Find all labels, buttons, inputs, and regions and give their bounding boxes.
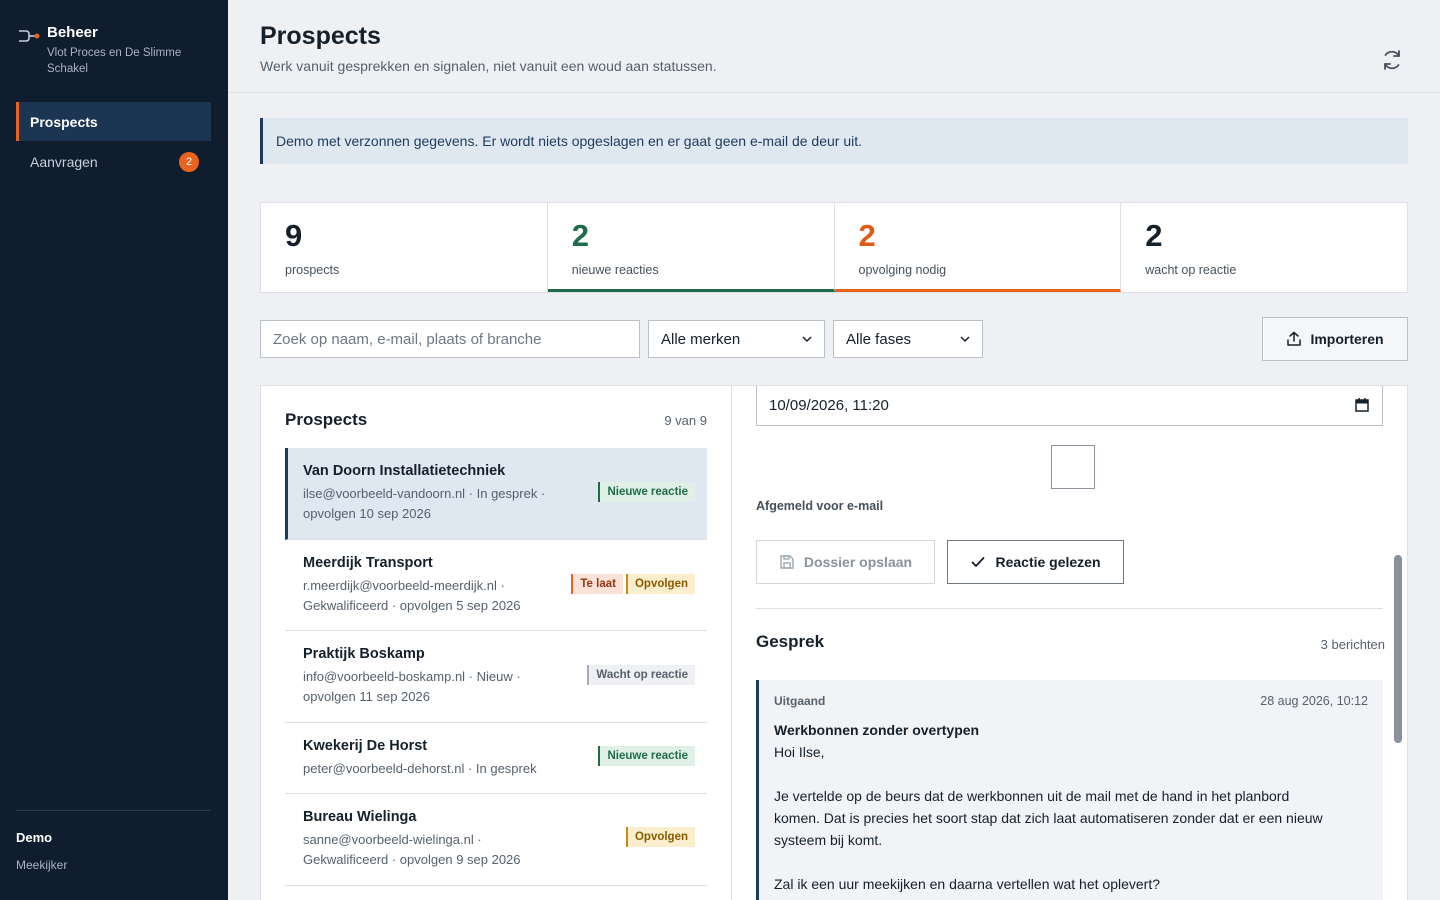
detail-divider <box>756 608 1383 609</box>
prospect-meta: r.meerdijk@voorbeeld-meerdijk.nl · Gekwa… <box>303 578 521 613</box>
status-badge: Nieuwe reactie <box>598 482 695 502</box>
prospect-meta: info@voorbeeld-boskamp.nl · Nieuw · opvo… <box>303 669 521 704</box>
user-name: Demo <box>16 830 53 845</box>
email-optout-checkbox[interactable] <box>1051 445 1095 489</box>
prospect-name: Bureau Wielinga <box>303 809 417 825</box>
prospect-name: Praktijk Boskamp <box>303 646 425 662</box>
page-subtitle: Werk vanuit gesprekken en signalen, niet… <box>260 58 717 74</box>
page-header: Prospects Werk vanuit gesprekken en sign… <box>228 0 1440 93</box>
sidebar: Beheer Vlot Proces en De Slimme Schakel … <box>0 0 228 900</box>
phase-select-value: Alle fases <box>846 330 912 348</box>
list-title: Prospects <box>285 410 368 429</box>
prospect-meta: peter@voorbeeld-dehorst.nl · In gesprek <box>303 761 537 776</box>
stat-waiting[interactable]: 2 wacht op reactie <box>1121 203 1407 292</box>
stat-value: 2 <box>1145 218 1163 253</box>
save-dossier-button[interactable]: Dossier opslaan <box>756 540 935 584</box>
prospect-name: Meerdijk Transport <box>303 555 433 571</box>
prospect-list-column: Prospects 9 van 9 Van Doorn Installatiet… <box>261 386 732 900</box>
follow-up-datetime-input[interactable]: 10/09/2026, 11:20 <box>756 386 1383 426</box>
brand-select-value: Alle merken <box>661 330 741 348</box>
stat-value: 9 <box>285 218 303 253</box>
stats-bar: 9 prospects 2 nieuwe reacties 2 opvolgin… <box>260 202 1408 293</box>
stat-value: 2 <box>858 218 876 253</box>
check-icon <box>972 557 985 567</box>
list-item[interactable]: Meerdijk Transport r.meerdijk@voorbeeld-… <box>285 540 707 631</box>
conversation-count: 3 berichten <box>1320 637 1385 652</box>
sidebar-item-label: Aanvragen <box>30 153 98 170</box>
stat-label: nieuwe reacties <box>571 263 659 277</box>
save-button-label: Dossier opslaan <box>803 554 913 570</box>
datetime-value: 10/09/2026, 11:20 <box>769 396 889 414</box>
sidebar-nav: Prospects Aanvragen 2 <box>16 102 211 182</box>
save-icon <box>780 555 794 569</box>
sidebar-item-prospects[interactable]: Prospects <box>16 102 211 141</box>
status-badge: Te laat <box>571 574 623 594</box>
brand-logo-icon <box>19 30 40 42</box>
list-item[interactable]: Kwekerij De Horst peter@voorbeeld-dehors… <box>285 723 707 794</box>
user-role: Meekijker <box>16 858 68 872</box>
list-count: 9 van 9 <box>664 413 707 428</box>
import-button[interactable]: Importeren <box>1262 317 1408 361</box>
stat-follow-up[interactable]: 2 opvolging nodig <box>834 203 1122 292</box>
status-badge: Wacht op reactie <box>587 665 695 685</box>
message-body: Hoi Ilse, Je vertelde op de beurs dat de… <box>774 744 1323 892</box>
mark-read-label: Reactie gelezen <box>995 554 1101 570</box>
refresh-icon[interactable] <box>1380 48 1404 72</box>
upload-icon <box>1287 331 1302 346</box>
phase-select[interactable]: Alle fases <box>833 320 983 358</box>
status-tags: Nieuwe reactie <box>598 482 695 502</box>
stat-new-replies[interactable]: 2 nieuwe reacties <box>547 203 835 292</box>
list-item[interactable]: Van Doorn Installatietechniek ilse@voorb… <box>285 448 707 540</box>
import-button-label: Importeren <box>1310 331 1384 347</box>
sidebar-item-aanvragen[interactable]: Aanvragen 2 <box>16 142 211 181</box>
message-date: 28 aug 2026, 10:12 <box>1260 694 1368 708</box>
prospect-detail-column: 10/09/2026, 11:20 Afgemeld voor e-mail D… <box>732 386 1407 900</box>
chevron-down-icon <box>960 336 970 343</box>
status-tags: Te laat Opvolgen <box>571 574 695 594</box>
sidebar-item-label: Prospects <box>30 113 98 130</box>
status-badge: Opvolgen <box>625 827 695 847</box>
demo-notice-text: Demo met verzonnen gegevens. Er wordt ni… <box>276 133 863 149</box>
list-item[interactable]: Bureau Wielinga sanne@voorbeeld-wielinga… <box>285 794 707 886</box>
stat-label: opvolging nodig <box>858 263 947 277</box>
sidebar-divider <box>16 810 211 811</box>
prospects-panel: Prospects 9 van 9 Van Doorn Installatiet… <box>260 385 1408 900</box>
brand-select[interactable]: Alle merken <box>648 320 825 358</box>
stat-value: 2 <box>571 218 589 253</box>
stat-label: wacht op reactie <box>1145 263 1237 277</box>
page-title: Prospects <box>260 22 381 50</box>
calendar-icon[interactable] <box>1354 397 1370 413</box>
list-item[interactable]: Praktijk Boskamp info@voorbeeld-boskamp.… <box>285 631 707 723</box>
mark-read-button[interactable]: Reactie gelezen <box>947 540 1124 584</box>
message-card: Uitgaand 28 aug 2026, 10:12 Werkbonnen z… <box>756 680 1383 900</box>
status-badge: Nieuwe reactie <box>598 746 695 766</box>
brand-title: Beheer <box>47 24 98 41</box>
prospect-list: Van Doorn Installatietechniek ilse@voorb… <box>285 448 707 886</box>
email-optout-label: Afgemeld voor e-mail <box>756 499 884 513</box>
prospect-name: Van Doorn Installatietechniek <box>303 463 506 479</box>
status-tags: Wacht op reactie <box>587 665 695 685</box>
prospect-meta: sanne@voorbeeld-wielinga.nl · Gekwalific… <box>303 832 521 867</box>
main-content: Prospects Werk vanuit gesprekken en sign… <box>228 0 1440 900</box>
prospect-meta: ilse@voorbeeld-vandoorn.nl · In gesprek … <box>303 486 546 521</box>
detail-scrollbar[interactable] <box>1394 555 1402 743</box>
message-subject: Werkbonnen zonder overtypen <box>774 722 980 738</box>
status-badge: Opvolgen <box>625 574 695 594</box>
demo-notice-banner: Demo met verzonnen gegevens. Er wordt ni… <box>260 118 1408 164</box>
brand: Beheer Vlot Proces en De Slimme Schakel <box>18 24 197 77</box>
chevron-down-icon <box>802 336 812 343</box>
search-input[interactable] <box>260 320 640 358</box>
notification-badge: 2 <box>179 151 199 172</box>
stat-label: prospects <box>285 263 340 277</box>
status-tags: Opvolgen <box>625 827 695 847</box>
brand-subtitle: Vlot Proces en De Slimme Schakel <box>47 47 182 75</box>
conversation-title: Gesprek <box>756 632 825 651</box>
status-tags: Nieuwe reactie <box>598 746 695 766</box>
stat-prospects[interactable]: 9 prospects <box>261 203 548 292</box>
